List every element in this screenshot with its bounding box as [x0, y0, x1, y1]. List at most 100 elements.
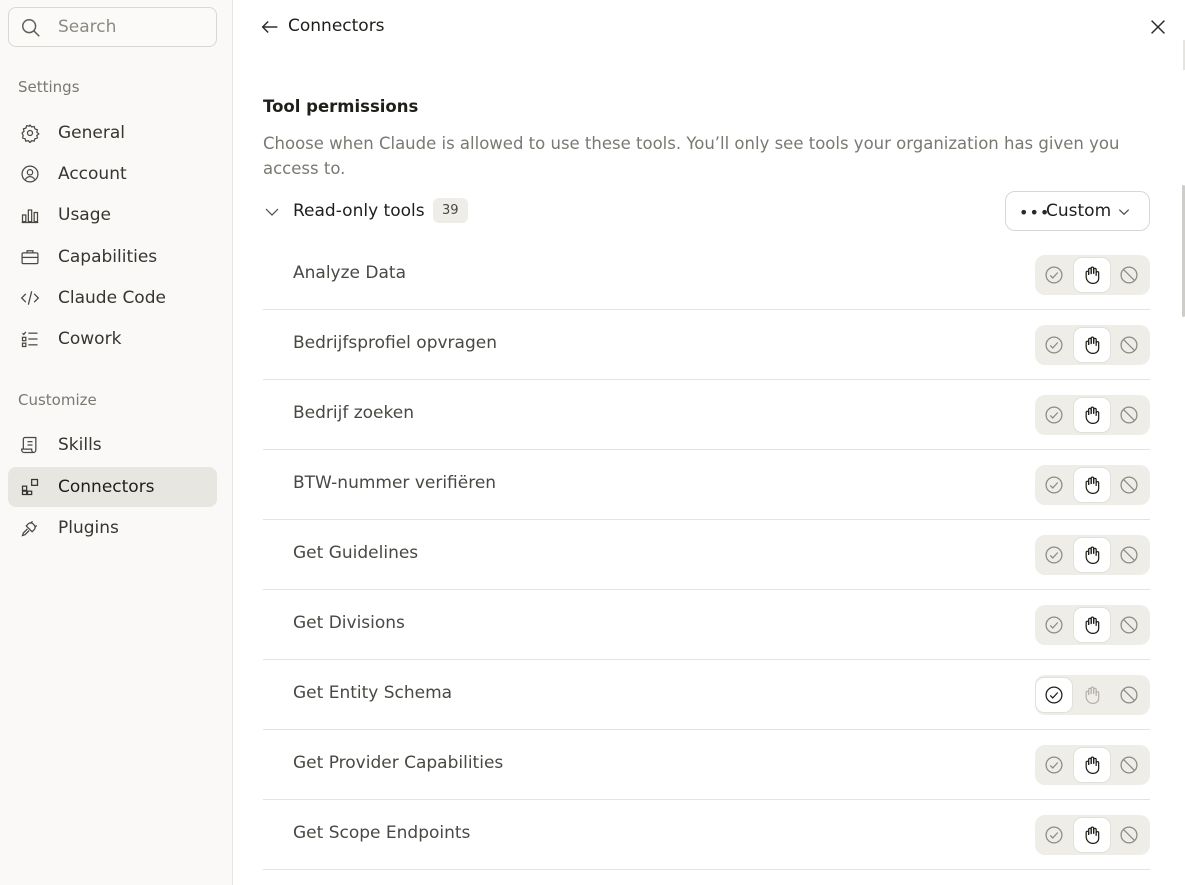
tool-name: Analyze Data: [293, 263, 406, 283]
sidebar-item-label: Account: [58, 164, 127, 184]
checklist-icon: [21, 331, 38, 348]
needs-approval-button[interactable]: [1074, 328, 1110, 362]
needs-approval-button[interactable]: [1074, 608, 1110, 642]
permission-toggle-group: [1035, 255, 1150, 295]
permission-toggle-group: [1035, 535, 1150, 575]
sidebar-item-claude-code[interactable]: Claude Code: [8, 278, 217, 318]
blocked-button[interactable]: [1111, 678, 1147, 712]
sidebar-item-label: Capabilities: [58, 247, 158, 267]
tool-group-header[interactable]: Read-only tools 39 ••• Custom: [263, 191, 1150, 231]
chevron-down-icon: [1118, 209, 1130, 216]
sidebar-item-connectors[interactable]: Connectors: [8, 467, 217, 507]
user-circle-icon: [21, 165, 39, 183]
needs-approval-button[interactable]: [1074, 748, 1110, 782]
blocked-button[interactable]: [1111, 818, 1147, 852]
tool-group-name: Read-only tools: [293, 201, 425, 221]
blocked-button[interactable]: [1111, 748, 1147, 782]
blocked-button[interactable]: [1111, 538, 1147, 572]
tool-row: Get Entity Schema: [263, 660, 1150, 730]
always-allow-button[interactable]: [1036, 818, 1072, 852]
tool-name: Get Provider Capabilities: [293, 753, 504, 773]
search-icon: [22, 19, 40, 37]
sidebar-item-label: Cowork: [58, 329, 122, 349]
bar-chart-icon: [21, 209, 39, 224]
blocks-icon: [21, 478, 39, 496]
always-allow-button[interactable]: [1036, 678, 1072, 712]
permission-mode-dropdown[interactable]: ••• Custom: [1005, 191, 1150, 231]
tool-name: Bedrijfsprofiel opvragen: [293, 333, 497, 353]
needs-approval-button[interactable]: [1074, 468, 1110, 502]
permission-toggle-group: [1035, 325, 1150, 365]
blocked-button[interactable]: [1111, 468, 1147, 502]
sidebar-item-label: Connectors: [58, 477, 155, 497]
permission-toggle-group: [1035, 815, 1150, 855]
sidebar-item-label: Usage: [58, 205, 111, 225]
needs-approval-button[interactable]: [1074, 398, 1110, 432]
permission-toggle-group: [1035, 745, 1150, 785]
tool-name: BTW-nummer verifiëren: [293, 473, 497, 493]
search-placeholder: Search: [58, 17, 117, 37]
tool-row: BTW-nummer verifiëren: [263, 450, 1150, 520]
tool-row: Get Guidelines: [263, 520, 1150, 590]
section-title: Tool permissions: [263, 97, 419, 116]
always-allow-button[interactable]: [1036, 258, 1072, 292]
section-description: Choose when Claude is allowed to use the…: [263, 134, 1120, 178]
always-allow-button[interactable]: [1036, 468, 1072, 502]
tool-name: Get Entity Schema: [293, 683, 453, 703]
sidebar-item-account[interactable]: Account: [8, 154, 217, 194]
search-input[interactable]: Search: [8, 7, 217, 47]
sidebar-item-capabilities[interactable]: Capabilities: [8, 237, 217, 277]
code-icon: [20, 291, 40, 305]
needs-approval-button[interactable]: [1074, 258, 1110, 292]
needs-approval-button[interactable]: [1074, 538, 1110, 572]
sidebar-item-plugins[interactable]: Plugins: [8, 508, 217, 548]
scroll-icon: [21, 436, 37, 454]
always-allow-button[interactable]: [1036, 538, 1072, 572]
sidebar-item-label: Skills: [58, 435, 102, 455]
settings-section-label: Settings: [18, 78, 80, 96]
main-panel: Connectors Tool permissions Choose when …: [233, 0, 1185, 885]
back-arrow-icon[interactable]: [259, 16, 281, 38]
blocked-button[interactable]: [1111, 258, 1147, 292]
blocked-button[interactable]: [1111, 328, 1147, 362]
needs-approval-button[interactable]: [1074, 678, 1110, 712]
sidebar-item-label: Plugins: [58, 518, 119, 538]
always-allow-button[interactable]: [1036, 328, 1072, 362]
tool-count-badge: 39: [433, 198, 468, 223]
briefcase-icon: [21, 250, 39, 265]
tool-row: Analyze Data: [263, 240, 1150, 310]
always-allow-button[interactable]: [1036, 398, 1072, 432]
page-title: Connectors: [288, 16, 385, 36]
tool-name: Get Divisions: [293, 613, 405, 633]
always-allow-button[interactable]: [1036, 748, 1072, 782]
sidebar: Search Settings General Account Usage Ca…: [0, 0, 233, 885]
plug-icon: [21, 520, 38, 537]
tool-row: Bedrijf zoeken: [263, 380, 1150, 450]
tool-row: Bedrijfsprofiel opvragen: [263, 310, 1150, 380]
gear-icon: [21, 124, 40, 143]
tool-row: Get Provider Capabilities: [263, 730, 1150, 800]
permission-toggle-group: [1035, 675, 1150, 715]
tool-row: Get Scope Endpoints: [263, 800, 1150, 870]
always-allow-button[interactable]: [1036, 608, 1072, 642]
needs-approval-button[interactable]: [1074, 818, 1110, 852]
tool-row: Get Divisions: [263, 590, 1150, 660]
customize-section-label: Customize: [18, 391, 97, 409]
sidebar-item-label: Claude Code: [58, 288, 166, 308]
sidebar-item-general[interactable]: General: [8, 113, 217, 153]
tool-name: Get Scope Endpoints: [293, 823, 471, 843]
tool-name: Bedrijf zoeken: [293, 403, 414, 423]
permission-toggle-group: [1035, 395, 1150, 435]
close-icon[interactable]: [1147, 16, 1169, 38]
permission-toggle-group: [1035, 465, 1150, 505]
chevron-down-icon[interactable]: [263, 203, 281, 221]
sidebar-item-skills[interactable]: Skills: [8, 425, 217, 465]
sidebar-item-usage[interactable]: Usage: [8, 195, 217, 235]
permission-toggle-group: [1035, 605, 1150, 645]
blocked-button[interactable]: [1111, 398, 1147, 432]
permission-mode-label: Custom: [1046, 201, 1112, 221]
tool-name: Get Guidelines: [293, 543, 419, 563]
sidebar-item-cowork[interactable]: Cowork: [8, 319, 217, 359]
blocked-button[interactable]: [1111, 608, 1147, 642]
sidebar-item-label: General: [58, 123, 125, 143]
